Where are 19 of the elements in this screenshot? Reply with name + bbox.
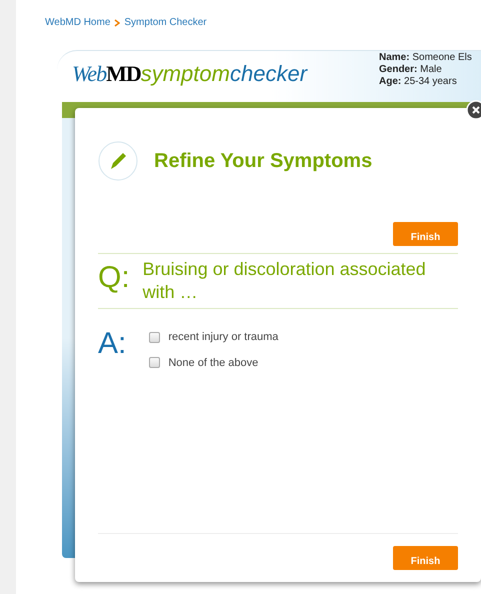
chevron-icon: [114, 18, 120, 26]
checkbox[interactable]: [149, 357, 160, 368]
dialog-title: Refine Your Symptoms: [154, 149, 372, 174]
breadcrumb-link[interactable]: WebMD Home: [45, 15, 110, 30]
question-text: Bruising or discoloration associated with …: [142, 258, 427, 304]
breadcrumb-link[interactable]: Symptom Checker: [124, 15, 207, 30]
logo: WebMDsymptomchecker: [72, 63, 308, 85]
finish-button[interactable]: Finish: [393, 222, 458, 246]
profile-line: Gender: Male: [379, 64, 443, 76]
answer-label: A:: [98, 329, 126, 362]
question-label: Q:: [98, 260, 130, 296]
profile-line: Age: 25-34 years: [379, 76, 458, 88]
pencil-icon: [98, 141, 138, 181]
answer-option[interactable]: None of the above: [168, 354, 258, 371]
close-icon[interactable]: [466, 100, 481, 120]
profile-line: Name: Someone Els: [379, 52, 472, 64]
finish-button[interactable]: Finish: [393, 546, 458, 570]
checkbox[interactable]: [149, 332, 160, 343]
answer-option[interactable]: recent injury or trauma: [168, 329, 278, 346]
